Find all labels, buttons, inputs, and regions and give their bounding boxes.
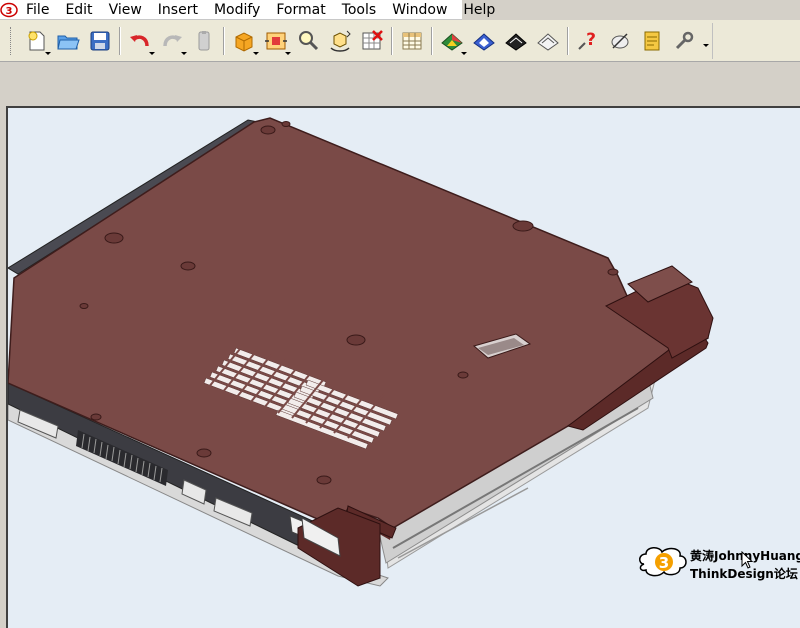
toolbar-dock-strip [0, 63, 800, 106]
mouse-pointer-icon [741, 551, 753, 569]
svg-text:3: 3 [659, 554, 669, 572]
menu-format[interactable]: Format [268, 0, 333, 20]
svg-text:3: 3 [6, 6, 13, 17]
menu-insert[interactable]: Insert [150, 0, 206, 20]
measure-icon[interactable] [604, 25, 636, 57]
toolbar-separator [391, 27, 393, 55]
menu-window[interactable]: Window [384, 0, 455, 20]
toolbar-separator [119, 27, 121, 55]
menu-help[interactable]: Help [455, 0, 503, 20]
save-disk-icon[interactable] [84, 25, 116, 57]
hidden-line-icon[interactable] [500, 25, 532, 57]
forum-watermark: 3 黄涛JohnnyHuang ThinkDesign论坛 [636, 544, 800, 584]
menu-edit[interactable]: Edit [57, 0, 100, 20]
fit-view-icon[interactable] [260, 25, 292, 57]
svg-text:?: ? [586, 30, 596, 50]
section-view-icon[interactable] [532, 25, 564, 57]
toolbar-separator [567, 27, 569, 55]
grid-delete-icon[interactable] [356, 25, 388, 57]
wireframe-render-icon[interactable] [468, 25, 500, 57]
clipboard-icon[interactable] [188, 25, 220, 57]
shaded-render-icon[interactable] [436, 25, 468, 57]
undo-icon[interactable] [124, 25, 156, 57]
menu-view[interactable]: View [101, 0, 150, 20]
menu-modify[interactable]: Modify [206, 0, 268, 20]
new-document-icon[interactable] [20, 25, 52, 57]
rotate-view-icon[interactable] [324, 25, 356, 57]
solid-box-icon[interactable] [228, 25, 260, 57]
notes-icon[interactable] [636, 25, 668, 57]
menu-tools[interactable]: Tools [334, 0, 385, 20]
watermark-logo-icon: 3 [639, 547, 687, 577]
toolbar-separator [223, 27, 225, 55]
toolbar-area: ? [0, 20, 800, 62]
help-question-icon[interactable]: ? [572, 25, 604, 57]
graphics-viewport[interactable]: 3 黄涛JohnnyHuang ThinkDesign论坛 [6, 106, 800, 628]
table-icon[interactable] [396, 25, 428, 57]
redo-icon[interactable] [156, 25, 188, 57]
menu-file[interactable]: File [18, 0, 57, 20]
zoom-icon[interactable] [292, 25, 324, 57]
settings-wrench-icon[interactable] [668, 25, 700, 57]
main-toolbar: ? [4, 23, 713, 59]
open-folder-icon[interactable] [52, 25, 84, 57]
menu-bar: 3 File Edit View Insert Modify Format To… [0, 0, 495, 20]
toolbar-grip[interactable] [10, 27, 14, 55]
toolbar-separator [431, 27, 433, 55]
app-logo-icon[interactable]: 3 [0, 0, 18, 20]
application-window: 3 File Edit View Insert Modify Format To… [0, 0, 800, 628]
toolbar-overflow-chevron-icon[interactable] [700, 25, 712, 57]
